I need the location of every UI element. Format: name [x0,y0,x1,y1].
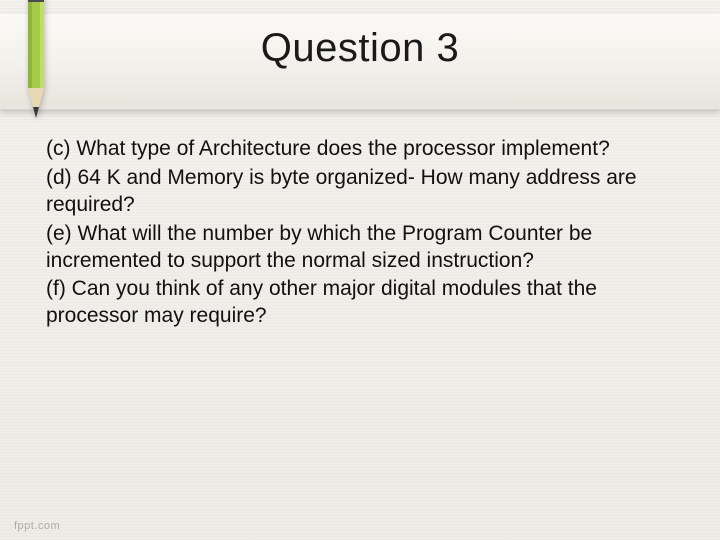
item-c: (c) What type of Architecture does the p… [46,136,674,163]
item-e: (e) What will the number by which the Pr… [46,221,674,275]
question-body: (c) What type of Architecture does the p… [46,136,674,332]
slide-title: Question 3 [0,26,720,71]
item-d: (d) 64 K and Memory is byte organized- H… [46,165,674,219]
watermark: fppt.com [14,520,60,532]
item-f: (f) Can you think of any other major dig… [46,276,674,330]
